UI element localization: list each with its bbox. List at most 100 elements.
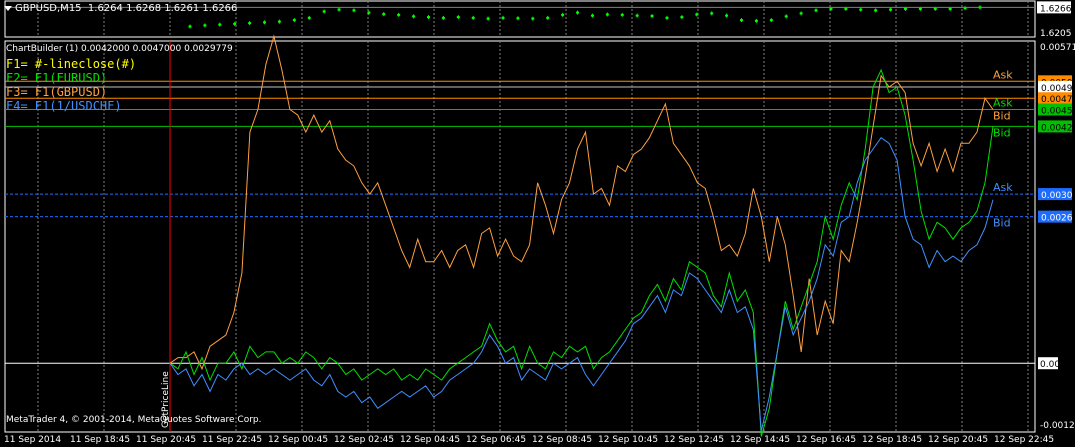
candle-body xyxy=(322,10,326,13)
candle-body xyxy=(710,12,714,15)
legend: F1= #-lineclose(#) F2= E1(EURUSD) F3= F1… xyxy=(6,57,136,113)
candle-body xyxy=(516,17,520,20)
candle-body xyxy=(650,15,654,17)
candle-body xyxy=(799,12,803,15)
candle-body xyxy=(382,13,386,16)
candle-body xyxy=(292,19,296,22)
candle-body xyxy=(620,13,624,16)
candle-body xyxy=(635,14,639,17)
candle-body xyxy=(486,17,490,20)
candle-body xyxy=(471,16,475,19)
price-tag-text: 0.0042 xyxy=(1041,123,1073,133)
time-tick-label: 12 Sep 08:45 xyxy=(532,435,592,445)
time-tick-label: 11 Sep 22:45 xyxy=(202,435,262,445)
series-line xyxy=(169,137,994,432)
level-label-ask: Ask xyxy=(993,97,1013,110)
level-label-ask: Ask xyxy=(993,68,1013,81)
price-axis-low: 1.6205 xyxy=(1040,29,1072,39)
candle-body xyxy=(769,19,773,22)
legend-item-f2: F2= E1(EURUSD) xyxy=(6,71,108,85)
time-tick-label: 12 Sep 12:45 xyxy=(664,435,724,445)
candle-body xyxy=(501,16,505,19)
price-tag-text: 0.0026 xyxy=(1041,214,1073,224)
legend-item-f1: F1= #-lineclose(#) xyxy=(6,57,137,71)
time-axis: 11 Sep 2014 11 Sep 18:45 11 Sep 20:45 11 Se… xyxy=(4,435,1054,445)
candle-body xyxy=(233,22,237,25)
candle-body xyxy=(337,8,341,11)
current-price-text: 1.6266 xyxy=(1040,4,1072,14)
time-tick-label: 12 Sep 02:45 xyxy=(334,435,394,445)
candle-body xyxy=(605,13,609,16)
dropdown-arrow-icon[interactable] xyxy=(4,5,12,11)
zero-tag-text: 0.00 xyxy=(1040,360,1060,370)
candle-body xyxy=(576,11,580,14)
candle-body xyxy=(665,16,669,19)
legend-item-f3: F3= F1(GBPUSD) xyxy=(6,85,108,99)
series-line xyxy=(169,68,994,437)
time-tick-label: 12 Sep 20:45 xyxy=(928,435,988,445)
candle-body xyxy=(456,16,460,19)
candle-body xyxy=(203,24,207,27)
time-tick-label: 11 Sep 18:45 xyxy=(70,435,130,445)
time-tick-label: 12 Sep 18:45 xyxy=(862,435,922,445)
candle-body xyxy=(248,22,252,25)
time-tick-label: 12 Sep 16:45 xyxy=(796,435,856,445)
candle-body xyxy=(695,13,699,16)
candle-body xyxy=(903,7,907,10)
time-tick-label: 12 Sep 10:45 xyxy=(598,435,658,445)
chartbuilder-indicator-panel[interactable]: 0.005715-0.001220.000.00500.00490.00470.… xyxy=(4,34,1075,437)
candle-body xyxy=(918,7,922,10)
candle-body xyxy=(561,13,565,16)
copyright-text: MetaTrader 4, © 2001-2014, MetaQuotes So… xyxy=(6,415,262,425)
candle-body xyxy=(948,7,952,10)
time-tick-label: 12 Sep 00:45 xyxy=(268,435,328,445)
level-label-bid: Bid xyxy=(993,110,1011,123)
candle-body xyxy=(263,21,267,24)
axis-bottom-label: -0.00122 xyxy=(1040,421,1075,431)
time-tick-label: 11 Sep 20:45 xyxy=(136,435,196,445)
series-line xyxy=(169,34,994,371)
price-tag-text: 0.0045 xyxy=(1041,107,1073,117)
candle-body xyxy=(531,17,535,20)
axis-top-label: 0.005715 xyxy=(1040,43,1075,53)
candle-body xyxy=(367,11,371,14)
candle-body xyxy=(740,19,744,22)
indicator-title: ChartBuilder (1) 0.0042000 0.0047000 0.0… xyxy=(6,44,233,54)
candle-body xyxy=(546,16,550,19)
candle-body xyxy=(814,9,818,12)
time-tick-label: 12 Sep 04:45 xyxy=(400,435,460,445)
candle-body xyxy=(397,13,401,16)
candle-body xyxy=(829,7,833,10)
legend-item-f4: F4= E1(1/USDCHF) xyxy=(6,99,122,113)
symbol-label: GBPUSD,M15 xyxy=(15,3,82,14)
candle-body xyxy=(277,20,281,23)
candle-body xyxy=(844,7,848,10)
candle-body xyxy=(188,25,192,28)
time-tick-label: 11 Sep 2014 xyxy=(4,435,61,445)
candle-body xyxy=(859,8,863,11)
candle-body xyxy=(725,14,729,17)
candle-body xyxy=(889,8,893,11)
candle-body xyxy=(441,16,445,19)
level-label-bid: Bid xyxy=(993,217,1011,230)
candle-body xyxy=(754,19,758,22)
level-label-bid: Bid xyxy=(993,126,1011,139)
candle-body xyxy=(352,9,356,12)
candle-body xyxy=(307,16,311,19)
candle-body xyxy=(590,14,594,17)
ohlc-values: 1.6264 1.6268 1.6261 1.6266 xyxy=(87,3,238,14)
candle-body xyxy=(218,23,222,26)
time-tick-label: 12 Sep 14:45 xyxy=(730,435,790,445)
price-panel-title: GBPUSD,M15 1.6264 1.6268 1.6261 1.6266 xyxy=(4,3,237,14)
candle-body xyxy=(933,7,937,10)
candle-body xyxy=(426,16,430,19)
candle-body xyxy=(874,9,878,12)
mt4-chart-window[interactable]: 1.62661.6205 0.005715-0.001220.000.00500… xyxy=(0,0,1075,447)
candle-body xyxy=(784,15,788,18)
time-tick-label: 12 Sep 06:45 xyxy=(466,435,526,445)
indicator-panel-frame xyxy=(4,40,1036,433)
candle-body xyxy=(680,16,684,19)
time-tick-label: 12 Sep 22:45 xyxy=(994,435,1054,445)
level-label-ask: Ask xyxy=(993,181,1013,194)
price-tag-text: 0.0030 xyxy=(1041,191,1073,201)
